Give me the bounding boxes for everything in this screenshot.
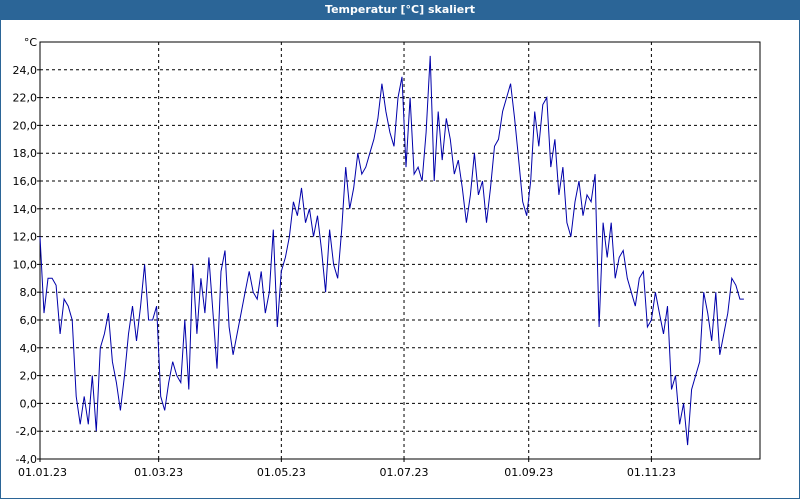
grid-lines bbox=[40, 42, 760, 459]
y-tick-label: 20,0 bbox=[13, 119, 38, 132]
y-tick-label: 24,0 bbox=[13, 64, 38, 77]
y-tick-label: 18,0 bbox=[13, 147, 38, 160]
y-tick-label: -2,0 bbox=[16, 425, 37, 438]
y-axis-ticks: -4,0 -2,0 0,0 2,0 4,0 6,0 8,0 10,0 12,0 14,0 16,0 1… bbox=[13, 64, 40, 466]
y-tick-label: 2,0 bbox=[20, 370, 38, 383]
x-tick-label: 01.01.23 bbox=[18, 466, 67, 479]
y-tick-label: 14,0 bbox=[13, 203, 38, 216]
y-tick-label: 10,0 bbox=[13, 258, 38, 271]
y-tick-label: 12,0 bbox=[13, 231, 38, 244]
y-tick-label: 16,0 bbox=[13, 175, 38, 188]
y-tick-label: 22,0 bbox=[13, 92, 38, 105]
y-tick-label: -4,0 bbox=[16, 453, 37, 466]
plot-area-border bbox=[39, 41, 761, 460]
y-tick-label: 0,0 bbox=[20, 397, 38, 410]
y-tick-label: 8,0 bbox=[20, 286, 38, 299]
x-tick-label: 01.05.23 bbox=[257, 466, 306, 479]
y-tick-label: 6,0 bbox=[20, 314, 38, 327]
x-axis-ticks: 01.01.23 01.03.23 01.05.23 01.07.23 01.09.23… bbox=[18, 459, 676, 479]
temperature-chart: -4,0 -2,0 0,0 2,0 4,0 6,0 8,0 10,0 12,0 14,0 16,0 1… bbox=[13, 36, 761, 479]
y-axis-unit-label: °C bbox=[24, 36, 38, 49]
x-tick-label: 01.03.23 bbox=[134, 466, 183, 479]
x-tick-label: 01.11.23 bbox=[627, 466, 676, 479]
temperature-series-line bbox=[39, 55, 744, 446]
y-tick-label: 4,0 bbox=[20, 342, 38, 355]
x-tick-label: 01.07.23 bbox=[380, 466, 429, 479]
x-tick-label: 01.09.23 bbox=[504, 466, 553, 479]
